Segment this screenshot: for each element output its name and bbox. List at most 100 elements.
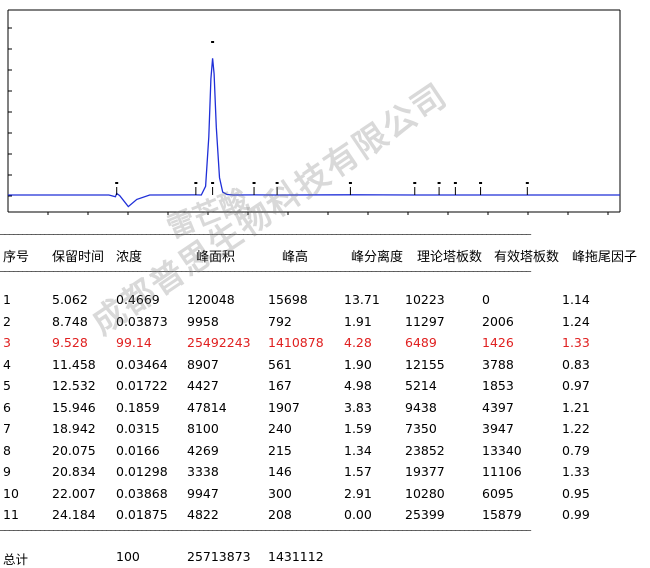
table-cell: 20.075 — [52, 442, 96, 458]
table-row: 4 11.458 0.03464 8907 561 1.90 12155 3788 0.83 — [0, 357, 650, 375]
table-cell: 2.91 — [344, 485, 372, 501]
table-cell: 3338 — [187, 464, 219, 479]
table-cell: 561 — [268, 356, 292, 372]
total-label: 总计 — [3, 552, 29, 567]
table-cell: 7350 — [405, 421, 437, 436]
table-cell: 9958 — [187, 313, 219, 329]
table-row: 11 24.184 0.01875 4822 208 0.00 25399 15879 0.99 — [0, 507, 650, 525]
table-cell: 792 — [268, 313, 292, 329]
table-cell: 1.24 — [562, 313, 590, 329]
table-cell: 0.83 — [562, 356, 590, 372]
chromatogram-svg — [7, 9, 621, 215]
table-cell: 146 — [268, 464, 292, 479]
table-cell: 11106 — [482, 464, 522, 479]
column-header: 峰拖尾因子 — [572, 250, 638, 265]
table-cell: 1.91 — [344, 313, 372, 329]
table-cell: 8.748 — [52, 313, 88, 329]
table-cell: 1.34 — [344, 442, 372, 458]
table-cell: 1.59 — [344, 421, 372, 436]
table-cell: 25492243 — [187, 335, 251, 350]
table-cell: 3 — [3, 335, 11, 350]
table-cell: 1.57 — [344, 464, 372, 479]
table-cell: 23852 — [405, 442, 445, 458]
table-cell: 3.83 — [344, 399, 372, 415]
table-cell: 4 — [3, 356, 11, 372]
table-cell: 1.22 — [562, 421, 590, 436]
table-cell: 11297 — [405, 313, 445, 329]
table-row: 6 15.946 0.1859 47814 1907 3.83 9438 4397 1.21 — [0, 400, 650, 418]
table-cell: 0.0315 — [116, 421, 160, 436]
table-cell: 11 — [3, 507, 19, 522]
table-cell: 240 — [268, 421, 292, 436]
table-cell: 0.4669 — [116, 292, 160, 307]
table-cell: 0.00 — [344, 507, 372, 522]
table-cell: 10280 — [405, 485, 445, 501]
table-cell: 99.14 — [116, 335, 152, 350]
table-total-row: 总计 100 25713873 1431112 — [0, 549, 650, 567]
table-cell: 18.942 — [52, 421, 96, 436]
table-cell: 1410878 — [268, 335, 324, 350]
table-cell: 0.95 — [562, 485, 590, 501]
table-cell: 10223 — [405, 292, 445, 307]
table-cell: 9438 — [405, 399, 437, 415]
table-row: 7 18.942 0.0315 8100 240 1.59 7350 3947 1.22 — [0, 421, 650, 439]
table-header-rule: ————————————————————————————————————————… — [0, 268, 531, 276]
table-row: 2 8.748 0.03873 9958 792 1.91 11297 2006 1.24 — [0, 314, 650, 332]
table-cell: 15.946 — [52, 399, 96, 415]
table-row: 10 22.007 0.03868 9947 300 2.91 10280 6095 0.95 — [0, 486, 650, 504]
table-cell: 0.03464 — [116, 356, 168, 372]
table-cell: 12.532 — [52, 378, 96, 393]
column-header: 浓度 — [116, 250, 143, 265]
table-row: 9 20.834 0.01298 3338 146 1.57 19377 11106 1.33 — [0, 464, 650, 482]
column-header: 序号 — [3, 250, 30, 265]
column-header: 峰高 — [282, 250, 309, 265]
table-cell: 1.90 — [344, 356, 372, 372]
table-cell: 1.33 — [562, 464, 590, 479]
total-concentration: 100 — [116, 549, 140, 564]
table-cell: 0 — [482, 292, 490, 307]
table-cell: 1 — [3, 292, 11, 307]
table-cell: 13340 — [482, 442, 522, 458]
table-cell: 15879 — [482, 507, 522, 522]
table-cell: 12155 — [405, 356, 445, 372]
table-cell: 47814 — [187, 399, 227, 415]
column-header: 保留时间 — [52, 250, 105, 265]
table-cell: 9 — [3, 464, 11, 479]
table-cell: 3947 — [482, 421, 514, 436]
table-cell: 1853 — [482, 378, 514, 393]
table-cell: 0.03873 — [116, 313, 168, 329]
table-cell: 19377 — [405, 464, 445, 479]
table-cell: 0.99 — [562, 507, 590, 522]
table-cell: 5.062 — [52, 292, 88, 307]
table-cell: 10 — [3, 485, 19, 501]
table-cell: 4427 — [187, 378, 219, 393]
column-header: 有效塔板数 — [494, 250, 560, 265]
table-cell: 9947 — [187, 485, 219, 501]
table-cell: 215 — [268, 442, 292, 458]
table-cell: 9.528 — [52, 335, 88, 350]
table-cell: 120048 — [187, 292, 235, 307]
table-cell: 6489 — [405, 335, 437, 350]
total-height: 1431112 — [268, 549, 324, 564]
table-cell: 25399 — [405, 507, 445, 522]
table-header-row: 序号 保留时间 浓度 峰面积 峰高 峰分离度 理论塔板数 有效塔板数 峰拖尾因子 — [0, 246, 650, 265]
table-cell: 22.007 — [52, 485, 96, 501]
table-cell: 0.0166 — [116, 442, 160, 458]
table-cell: 8 — [3, 442, 11, 458]
table-cell: 0.79 — [562, 442, 590, 458]
table-cell: 15698 — [268, 292, 308, 307]
table-cell: 167 — [268, 378, 292, 393]
table-cell: 20.834 — [52, 464, 96, 479]
table-bottom-rule: ————————————————————————————————————————… — [0, 527, 531, 535]
table-cell: 4.28 — [344, 335, 372, 350]
chromatogram-trace — [8, 58, 620, 208]
table-cell: 0.03868 — [116, 485, 168, 501]
column-header: 峰面积 — [196, 250, 236, 265]
table-cell: 2006 — [482, 313, 514, 329]
total-area: 25713873 — [187, 549, 251, 564]
table-cell: 0.1859 — [116, 399, 160, 415]
table-cell: 4397 — [482, 399, 514, 415]
table-cell: 24.184 — [52, 507, 96, 522]
table-cell: 7 — [3, 421, 11, 436]
table-cell: 2 — [3, 313, 11, 329]
